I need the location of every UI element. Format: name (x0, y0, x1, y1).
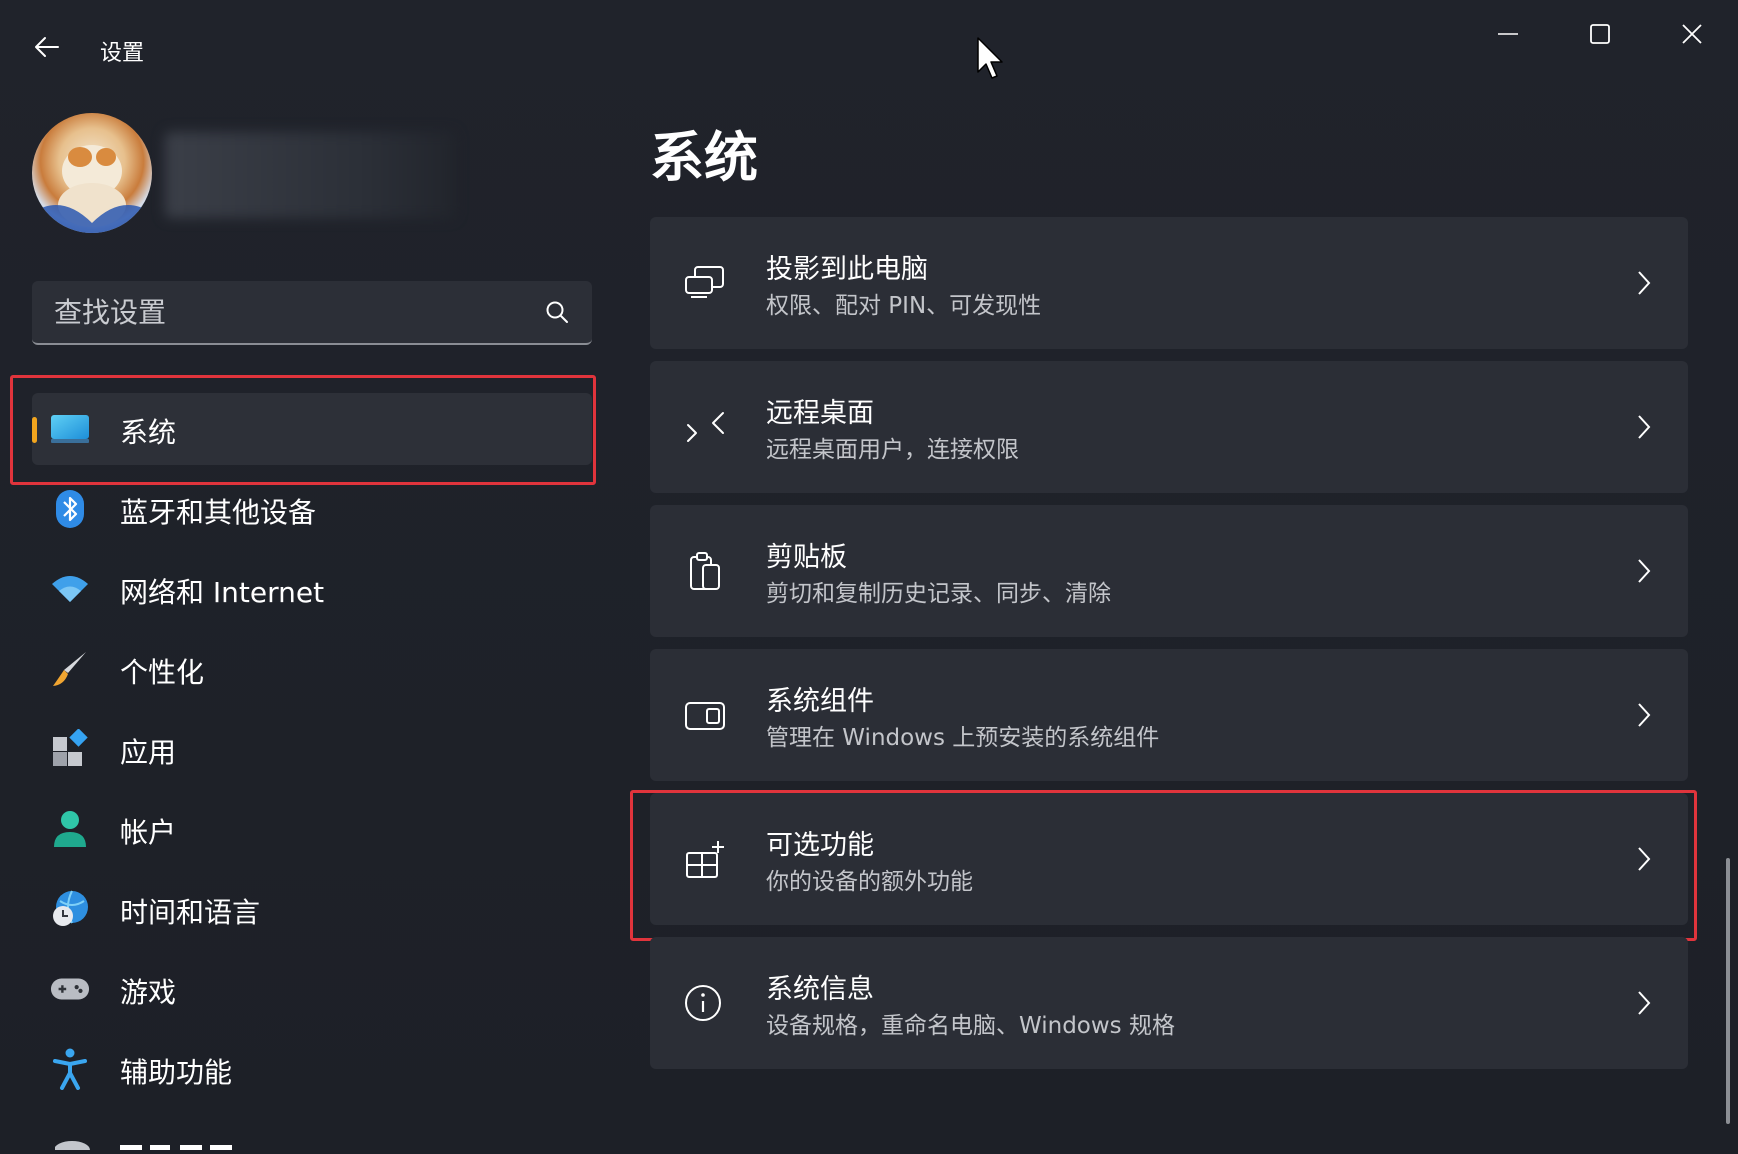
minimize-icon (1498, 33, 1518, 35)
time-language-icon (50, 889, 90, 929)
sidebar-item-label: 辅助功能 (120, 1056, 233, 1089)
sidebar-item-label: 游戏 (120, 976, 177, 1009)
sidebar-item-label: 网络和 Internet (120, 576, 325, 609)
sidebar-item-bluetooth[interactable]: 蓝牙和其他设备 (32, 473, 592, 545)
remote-desktop-icon (687, 412, 724, 442)
sidebar-item-label: 蓝牙和其他设备 (120, 496, 317, 529)
search-input[interactable] (32, 281, 592, 343)
settings-card-project[interactable]: 投影到此电脑 权限、配对 PIN、可发现性 (650, 217, 1688, 349)
settings-card-remote-desktop[interactable]: 远程桌面 远程桌面用户，连接权限 (650, 361, 1688, 493)
page-title: 系统 (650, 126, 758, 189)
account-icon (50, 809, 90, 849)
wifi-icon (50, 569, 90, 609)
apps-icon (50, 729, 90, 769)
card-subtitle: 管理在 Windows 上预安装的系统组件 (766, 725, 1160, 751)
back-button[interactable] (30, 30, 64, 64)
info-icon (685, 985, 721, 1021)
card-subtitle: 剪切和复制历史记录、同步、清除 (766, 581, 1111, 607)
accessibility-icon (50, 1048, 90, 1090)
card-title: 可选功能 (766, 830, 874, 861)
bluetooth-icon (50, 489, 90, 529)
gamepad-icon (50, 969, 90, 1009)
card-title: 系统组件 (766, 686, 874, 717)
profile-info-blurred (165, 132, 455, 218)
chevron-right-icon (1638, 415, 1651, 439)
card-subtitle: 你的设备的额外功能 (766, 869, 973, 895)
sidebar-item-label: 时间和语言 (120, 896, 261, 929)
card-subtitle: 设备规格，重命名电脑、Windows 规格 (766, 1013, 1175, 1039)
system-components-icon (685, 702, 725, 730)
sidebar-item-network[interactable]: 网络和 Internet (32, 553, 592, 625)
maximize-icon (1590, 24, 1610, 44)
chevron-right-icon (1638, 559, 1651, 583)
close-button[interactable] (1662, 14, 1722, 54)
close-icon (1682, 24, 1702, 44)
card-title: 远程桌面 (766, 398, 874, 429)
sidebar-item-gaming[interactable]: 游戏 (32, 953, 592, 1025)
minimize-button[interactable] (1478, 14, 1538, 54)
card-title: 投影到此电脑 (766, 254, 928, 285)
sidebar-item-system[interactable]: 系统 (32, 393, 592, 465)
user-avatar[interactable] (32, 113, 152, 233)
sidebar-item-apps[interactable]: 应用 (32, 713, 592, 785)
mouse-cursor-icon (977, 37, 1003, 79)
paintbrush-icon (50, 649, 90, 689)
card-title: 系统信息 (766, 974, 874, 1005)
settings-window: 设置 查找设置 系统 蓝牙和其他设备 网络和 Internet 个性化 应用 帐… (0, 0, 1738, 1154)
optional-features-icon (686, 841, 724, 878)
active-indicator (32, 417, 37, 443)
sidebar-item-label: 个性化 (120, 656, 205, 689)
settings-card-system-components[interactable]: 系统组件 管理在 Windows 上预安装的系统组件 (650, 649, 1688, 781)
clipboard-icon (690, 552, 720, 590)
chevron-right-icon (1638, 991, 1651, 1015)
chevron-right-icon (1638, 703, 1651, 727)
card-subtitle: 远程桌面用户，连接权限 (766, 437, 1019, 463)
sidebar-item-label: 系统 (120, 416, 177, 449)
back-arrow-icon (35, 37, 59, 57)
sidebar-item-accessibility[interactable]: 辅助功能 (32, 1033, 592, 1105)
settings-card-optional-features[interactable]: 可选功能 你的设备的额外功能 (650, 793, 1688, 925)
settings-card-clipboard[interactable]: 剪贴板 剪切和复制历史记录、同步、清除 (650, 505, 1688, 637)
sidebar-item-label: 帐户 (120, 816, 177, 849)
sidebar-item-time-language[interactable]: 时间和语言 (32, 873, 592, 945)
chevron-right-icon (1638, 271, 1651, 295)
sidebar-item-cutoff (55, 1130, 355, 1150)
search-box[interactable] (32, 281, 592, 345)
main-scrollbar[interactable] (1726, 858, 1730, 1124)
chevron-right-icon (1638, 847, 1651, 871)
search-icon[interactable] (544, 299, 570, 325)
maximize-button[interactable] (1570, 14, 1630, 54)
sidebar-item-accounts[interactable]: 帐户 (32, 793, 592, 865)
system-monitor-icon (50, 409, 90, 449)
project-icon (685, 266, 724, 298)
cat-photo-icon (32, 145, 152, 233)
settings-card-system-info[interactable]: 系统信息 设备规格，重命名电脑、Windows 规格 (650, 937, 1688, 1069)
card-title: 剪贴板 (766, 542, 847, 573)
sidebar-item-label: 应用 (120, 736, 177, 769)
app-title: 设置 (100, 41, 145, 66)
card-subtitle: 权限、配对 PIN、可发现性 (766, 293, 1042, 319)
sidebar-item-personalization[interactable]: 个性化 (32, 633, 592, 705)
